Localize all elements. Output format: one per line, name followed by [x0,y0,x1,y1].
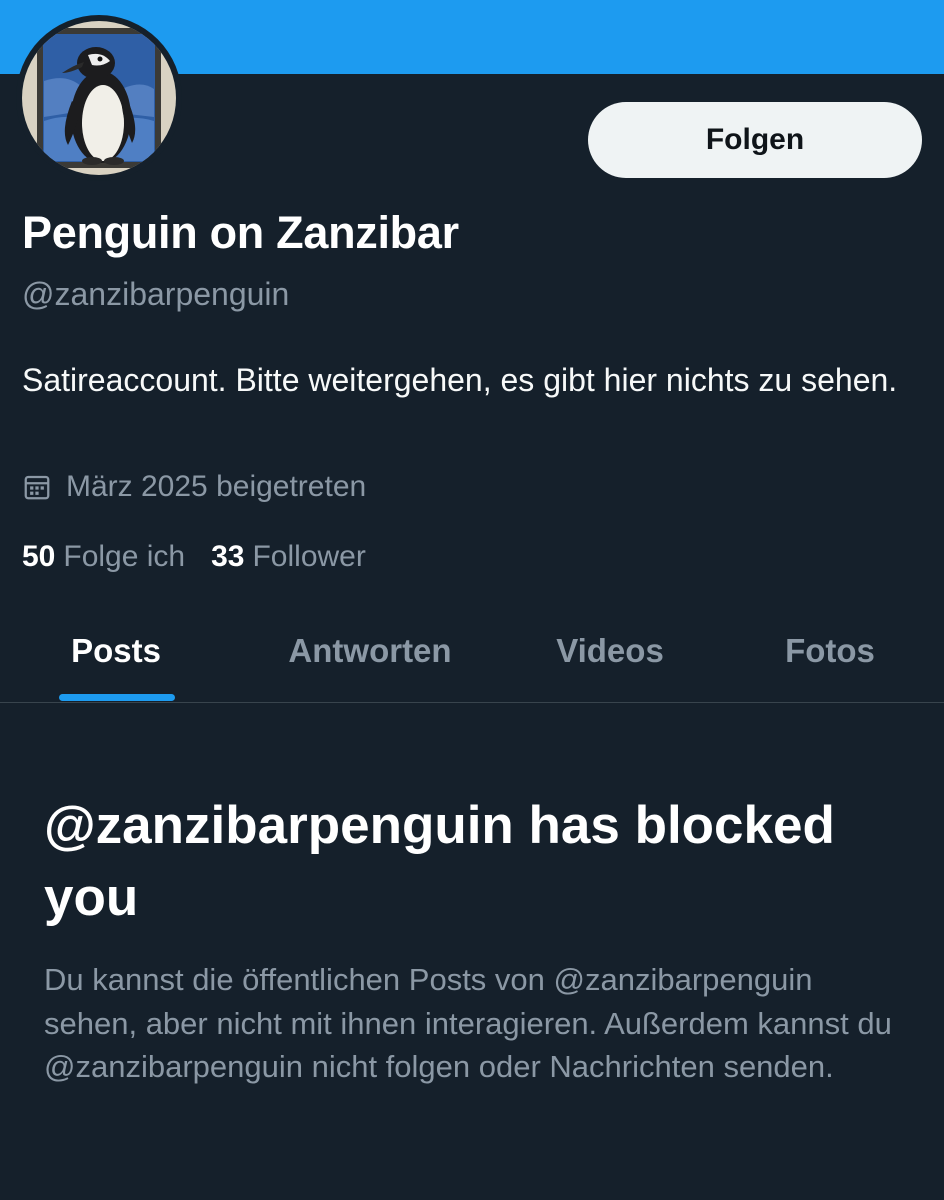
following-count: 50 [22,540,56,573]
followers-link[interactable]: 33 Follower [211,540,366,574]
following-link[interactable]: 50 Folge ich [22,540,185,574]
blocked-message: Du kannst die öffentlichen Posts von @za… [44,962,892,1084]
active-tab-indicator [59,694,175,701]
blocked-title: @zanzibarpenguin has blocked you [44,796,835,927]
calendar-icon [24,475,50,500]
followers-label: Follower [252,540,366,573]
penguin-avatar-image [22,21,176,175]
profile-stats: 50 Folge ich 33 Follower [22,540,392,574]
tab-antworten[interactable]: Antworten [254,600,486,702]
tab-videos[interactable]: Videos [494,600,726,702]
followers-count: 33 [211,540,245,573]
tab-fotos[interactable]: Fotos [714,600,944,702]
follow-button[interactable]: Folgen [588,102,922,178]
joined-date: März 2025 beigetreten [22,470,366,504]
profile-display-name: Penguin on Zanzibar [22,207,459,258]
profile-tabs: Posts Antworten Videos Fotos [0,600,944,703]
following-label: Folge ich [63,540,186,573]
profile-bio: Satireaccount. Bitte weitergehen, es gib… [22,362,898,398]
joined-date-label: März 2025 beigetreten [66,470,367,503]
avatar[interactable] [16,15,182,181]
profile-page: Folgen Penguin on Zanzibar @zanzibarpeng… [0,0,944,1200]
tab-posts[interactable]: Posts [0,600,232,702]
profile-handle: @zanzibarpenguin [22,276,290,312]
